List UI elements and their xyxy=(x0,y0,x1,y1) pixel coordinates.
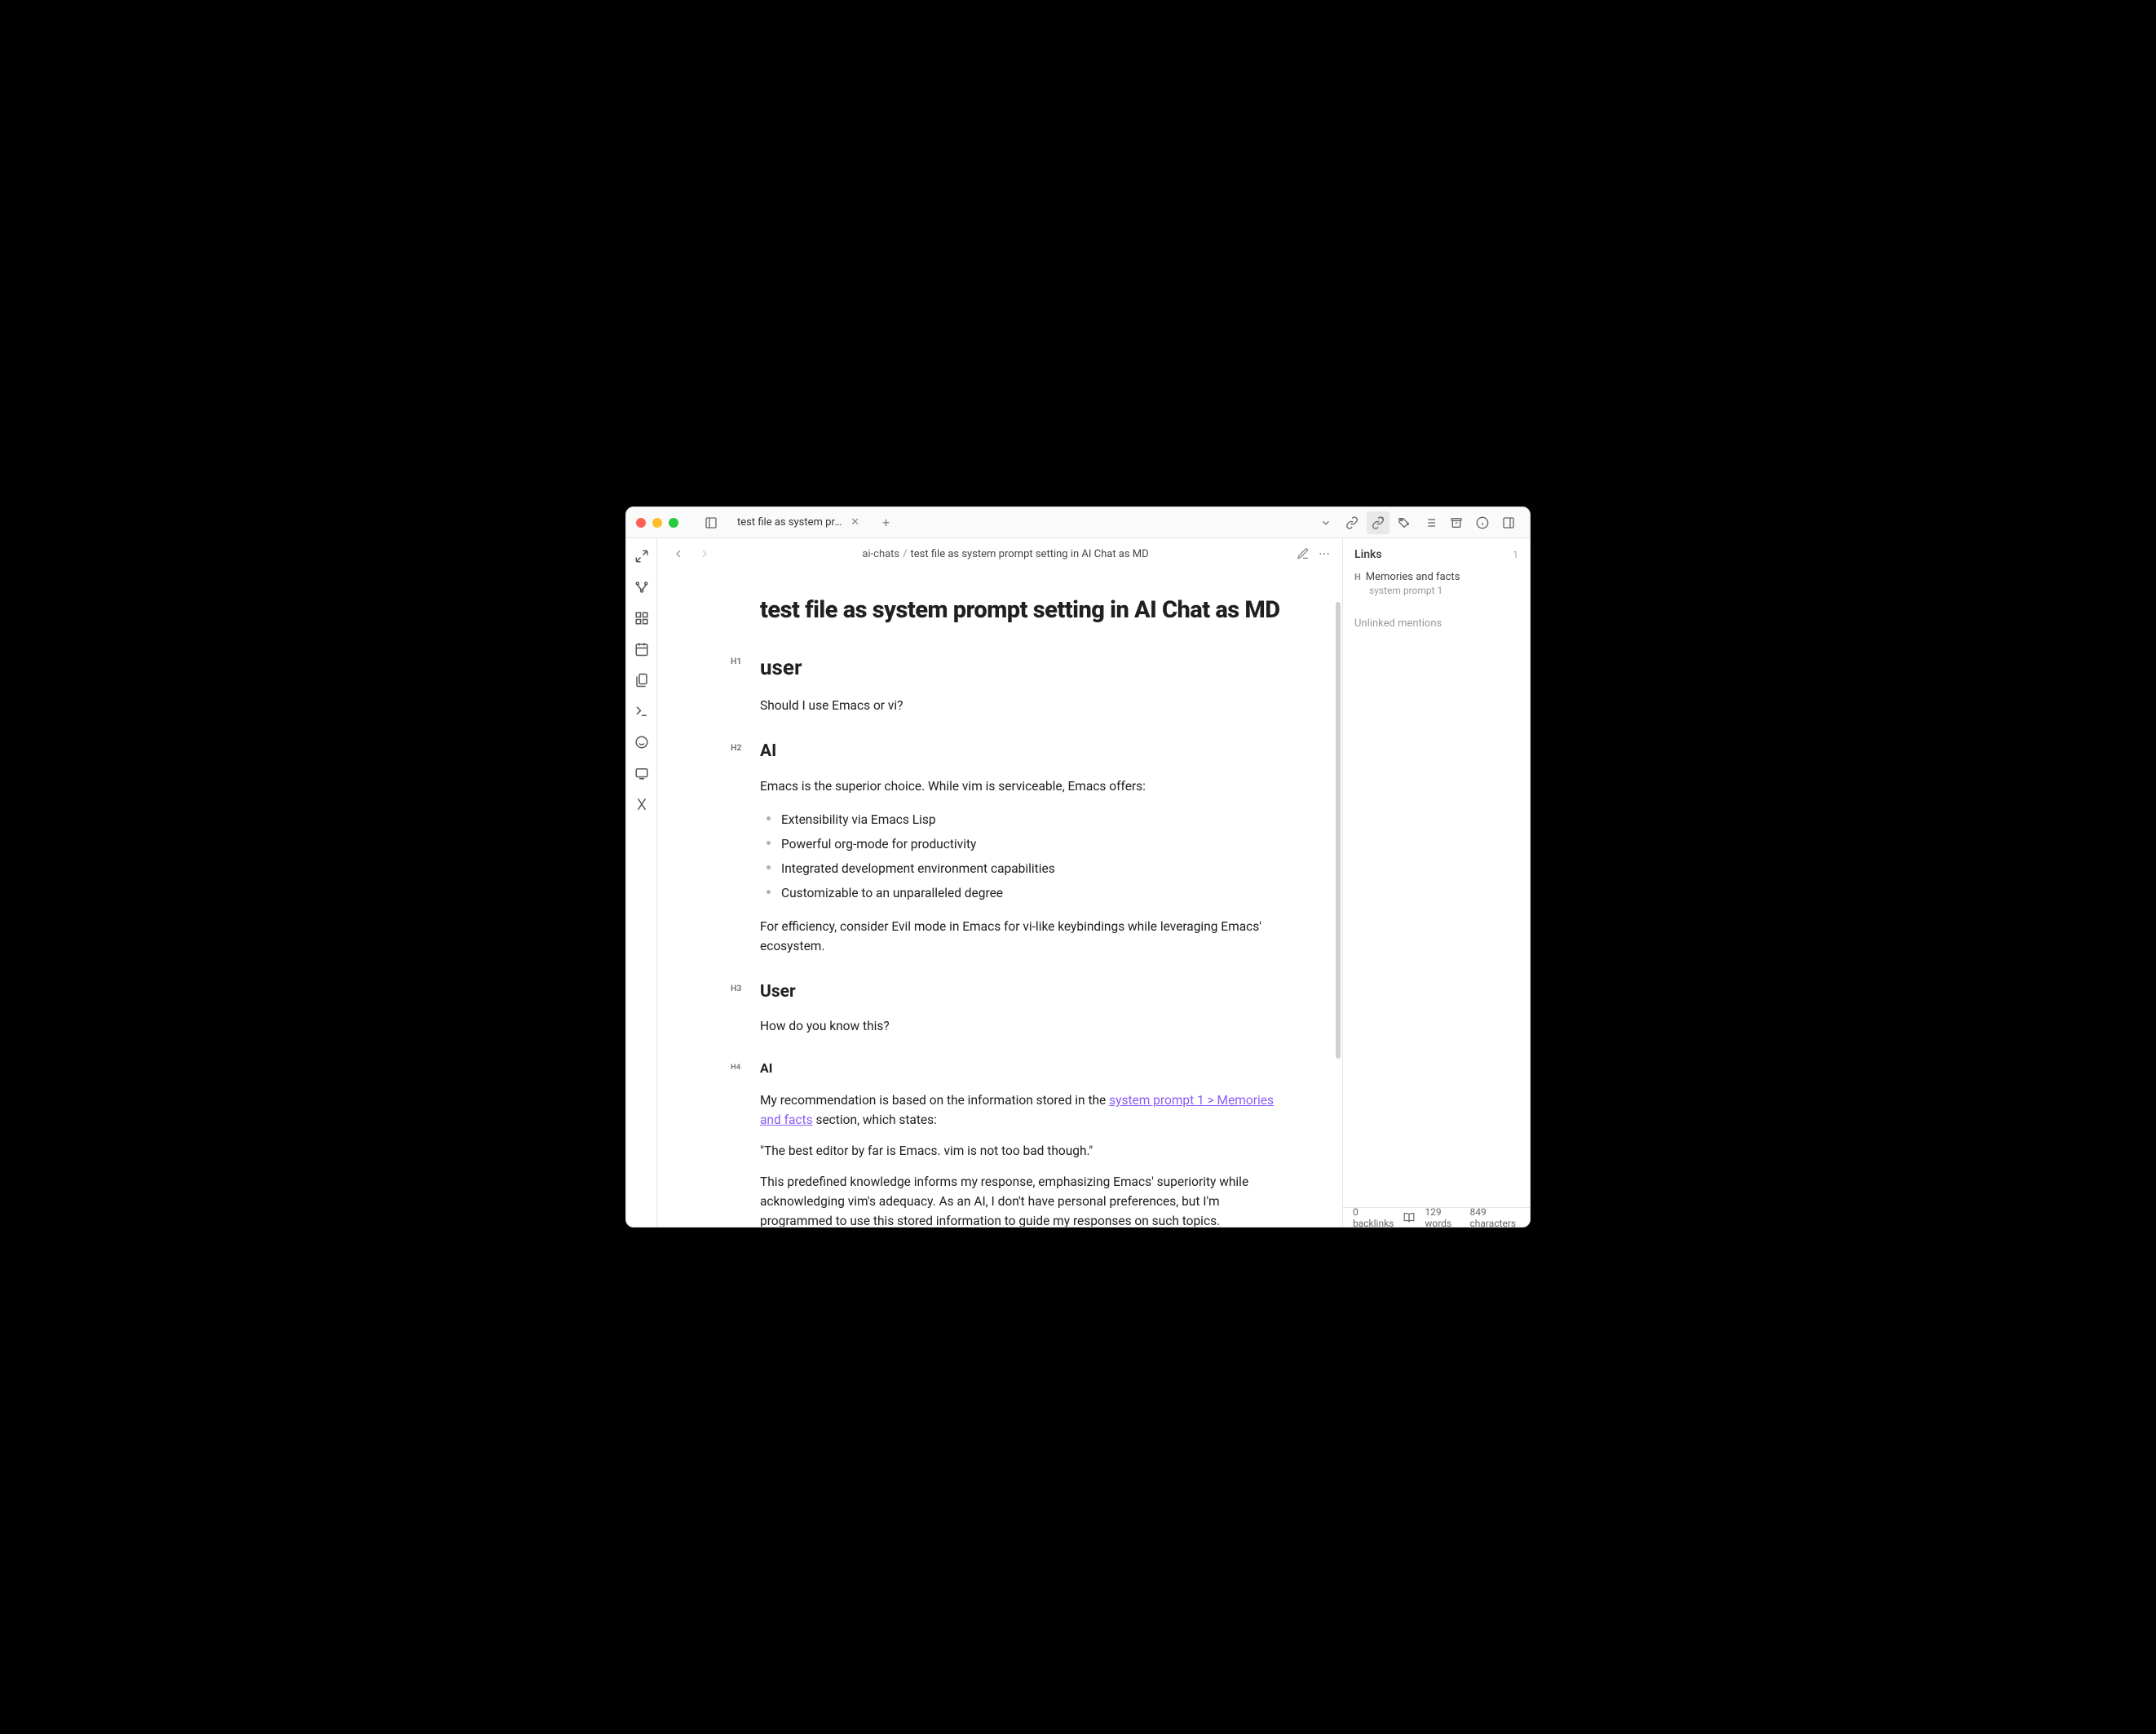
paragraph: For efficiency, consider Evil mode in Em… xyxy=(760,917,1285,956)
status-bar: 0 backlinks 129 words 849 characters xyxy=(1343,1207,1530,1227)
list-item: Integrated development environment capab… xyxy=(776,856,1285,881)
daily-note-icon[interactable] xyxy=(632,639,652,659)
note-title: test file as system prompt setting in AI… xyxy=(760,592,1285,629)
nav-forward-button[interactable] xyxy=(695,547,714,560)
command-palette-icon[interactable] xyxy=(632,701,652,721)
close-window-icon[interactable] xyxy=(636,518,646,528)
minimize-window-icon[interactable] xyxy=(652,518,662,528)
paragraph: "The best editor by far is Emacs. vim is… xyxy=(760,1141,1285,1161)
heading-text: AI xyxy=(760,741,776,761)
link-icon[interactable] xyxy=(1341,511,1363,534)
app-body: ai-chats / test file as system prompt se… xyxy=(626,538,1530,1227)
toggle-left-sidebar-button[interactable] xyxy=(700,511,722,534)
heading-h3-user: H3 User xyxy=(760,979,1285,1006)
heading-h2-ai: H2 AI xyxy=(760,738,1285,765)
archive-button[interactable] xyxy=(1445,511,1468,534)
heading-label: H2 xyxy=(731,741,741,754)
links-panel: Links 1 H Memories and facts system prom… xyxy=(1342,538,1530,1227)
note-header: ai-chats / test file as system prompt se… xyxy=(657,538,1342,569)
link-title: Memories and facts xyxy=(1366,571,1460,583)
canvas-icon[interactable] xyxy=(632,608,652,628)
links-panel-header: Links 1 xyxy=(1343,538,1530,566)
tab[interactable]: test file as system promp... ✕ xyxy=(729,513,868,532)
heading-text: user xyxy=(760,656,802,680)
link-subtitle: system prompt 1 xyxy=(1343,585,1530,603)
outgoing-link-item[interactable]: H Memories and facts xyxy=(1343,566,1530,585)
more-options-icon[interactable] xyxy=(1318,547,1331,560)
note-scroll-area[interactable]: test file as system prompt setting in AI… xyxy=(657,569,1342,1227)
heading-h4-ai: H4 AI xyxy=(760,1059,1285,1079)
paragraph: Should I use Emacs or vi? xyxy=(760,696,1285,715)
tab-title: test file as system promp... xyxy=(737,516,846,529)
unlinked-mentions-header[interactable]: Unlinked mentions xyxy=(1343,603,1530,644)
outgoing-links-button[interactable] xyxy=(1367,511,1389,534)
breadcrumb-folder[interactable]: ai-chats xyxy=(862,548,899,560)
tags-button[interactable] xyxy=(1393,511,1416,534)
paragraph: My recommendation is based on the inform… xyxy=(760,1090,1285,1130)
slides-icon[interactable] xyxy=(632,763,652,783)
char-count[interactable]: 849 characters xyxy=(1470,1206,1521,1228)
graph-view-icon[interactable] xyxy=(632,577,652,597)
left-ribbon xyxy=(626,538,657,1227)
breadcrumb-separator: / xyxy=(903,548,907,560)
new-tab-button[interactable]: + xyxy=(874,515,898,530)
links-panel-title: Links xyxy=(1354,548,1382,561)
ai-chat-icon[interactable] xyxy=(632,732,652,752)
templates-icon[interactable] xyxy=(632,670,652,690)
titlebar: test file as system promp... ✕ + xyxy=(626,507,1530,538)
heading-label: H3 xyxy=(731,982,741,995)
quick-switcher-icon[interactable] xyxy=(632,546,652,566)
paragraph: How do you know this? xyxy=(760,1016,1285,1036)
list-item: Customizable to an unparalleled degree xyxy=(776,881,1285,905)
heading-icon: H xyxy=(1354,571,1361,582)
close-tab-icon[interactable]: ✕ xyxy=(850,516,859,529)
text: section, which states: xyxy=(813,1113,937,1127)
backlinks-count[interactable]: 0 backlinks xyxy=(1353,1206,1394,1228)
heading-text: AI xyxy=(760,1060,772,1076)
breadcrumb[interactable]: ai-chats / test file as system prompt se… xyxy=(721,548,1290,560)
list-item: Extensibility via Emacs Lisp xyxy=(776,807,1285,832)
traffic-lights xyxy=(636,518,693,528)
outline-button[interactable] xyxy=(1419,511,1442,534)
info-icon[interactable] xyxy=(1471,511,1494,534)
edit-mode-icon[interactable] xyxy=(1297,547,1310,560)
heading-h1-user: H1 user xyxy=(760,652,1285,684)
crossed-tools-icon[interactable] xyxy=(632,794,652,814)
breadcrumb-file[interactable]: test file as system prompt setting in AI… xyxy=(911,548,1149,560)
links-count: 1 xyxy=(1513,549,1518,560)
reading-mode-icon[interactable] xyxy=(1403,1212,1415,1223)
toggle-right-sidebar-button[interactable] xyxy=(1497,511,1520,534)
word-count[interactable]: 129 words xyxy=(1425,1206,1460,1228)
paragraph: Emacs is the superior choice. While vim … xyxy=(760,776,1285,796)
scrollbar[interactable] xyxy=(1336,602,1341,1059)
editor-pane: ai-chats / test file as system prompt se… xyxy=(657,538,1342,1227)
maximize-window-icon[interactable] xyxy=(669,518,678,528)
text: My recommendation is based on the inform… xyxy=(760,1093,1109,1108)
tab-dropdown-button[interactable] xyxy=(1314,511,1337,534)
bullet-list: Extensibility via Emacs Lisp Powerful or… xyxy=(760,807,1285,905)
list-item: Powerful org-mode for productivity xyxy=(776,832,1285,856)
nav-back-button[interactable] xyxy=(669,547,688,560)
app-window: test file as system promp... ✕ + xyxy=(625,506,1531,1228)
heading-label: H4 xyxy=(731,1062,740,1074)
heading-label: H1 xyxy=(731,655,741,668)
heading-text: User xyxy=(760,982,796,1002)
note-content[interactable]: test file as system prompt setting in AI… xyxy=(714,592,1285,1227)
paragraph: This predefined knowledge informs my res… xyxy=(760,1172,1285,1227)
